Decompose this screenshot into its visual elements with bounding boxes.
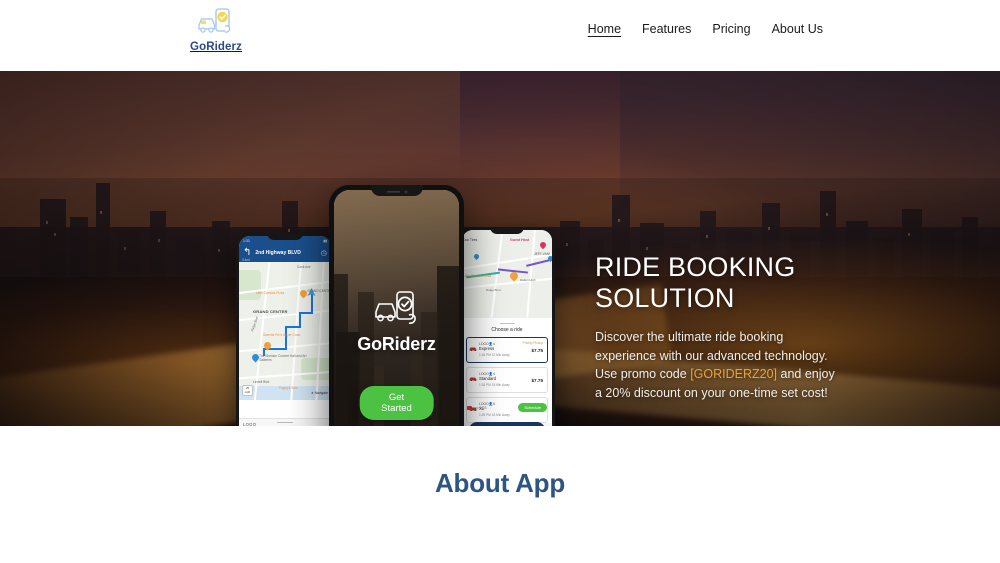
choose-ride-label: Choose a ride [491, 326, 523, 333]
ride-time: 1:18 PM 15 Min Away [479, 382, 510, 387]
hero-title: RIDE BOOKING SOLUTION [595, 252, 925, 314]
map-label: Cook Ave [297, 265, 311, 269]
choose-ride-header: Choose a ride [462, 318, 552, 337]
map-label: GRAND CENTER [307, 289, 331, 293]
notch-sensors-icon [386, 190, 408, 194]
map-park [239, 270, 261, 300]
route-line [299, 312, 313, 314]
speed-limit-indicator: 25 mph [242, 385, 253, 396]
navigation-header: ↰ 0.4mi 2nd Highway BLVD ◷ [239, 245, 331, 262]
navigate-arrow-icon: ⯅ [310, 391, 314, 395]
navigation-screen: 1:33 ▮▮ ↰ 0.4mi 2nd Highway BLVD ◷ Cook … [239, 236, 331, 426]
ride-seat-count: 6 [493, 401, 495, 406]
nav-item-pricing[interactable]: Pricing [712, 22, 750, 36]
ride-price: $7.75 [531, 377, 544, 383]
ride-logo-text: LOGO [479, 341, 489, 346]
ride-seat-count: 4 [493, 341, 495, 346]
map-label-poi: Sweetie Pie's Upper Crust [263, 333, 301, 337]
car-icon [469, 347, 477, 351]
map-label-poi: The Sheldon Concert Hall and Art Galleri… [259, 354, 307, 362]
brand-logo[interactable]: GoRiderz [186, 6, 246, 53]
map-label-poi: Pappy's Smo [279, 386, 298, 390]
phone-mockup-splash: GoRiderz Get Started For Drivers, Downlo… [329, 185, 464, 426]
ride-price: $7.75 [531, 347, 544, 353]
route-line [285, 326, 301, 328]
payment-method-row[interactable]: •••• 9723 [467, 406, 486, 410]
phone-notch [370, 185, 423, 196]
eta-panel: LOGO 4 min 9.5 mi Christopher [239, 417, 331, 426]
ride-logo: LOGO👤4 [479, 371, 543, 376]
hero-sub-line-1: Discover the ultimate ride booking [595, 330, 784, 344]
get-started-button[interactable]: Get Started [359, 386, 434, 420]
hero-sub-line-3-pre: Use promo code [595, 367, 691, 381]
brand-name: GoRiderz [190, 41, 242, 53]
map-canvas[interactable]: Doc Tires Guest Host JEFF-VANI Little Ca… [462, 230, 552, 318]
ride-logo-text: LOGO [479, 371, 489, 376]
nav-item-about-us[interactable]: About Us [772, 22, 823, 36]
map-label-poi: Little Caesars Pizza [463, 274, 492, 278]
nav-item-features[interactable]: Features [642, 22, 691, 36]
schedule-button[interactable]: Schedule [518, 403, 547, 412]
drag-handle[interactable] [499, 323, 515, 325]
navigate-button[interactable]: ⯅ Navigate [311, 391, 328, 395]
payment-value: •••• 9723 [474, 406, 487, 410]
hero-sub-line-2: experience with our advanced technology. [595, 348, 828, 363]
ride-time: 1:25 PM 18 Min Away [479, 412, 510, 417]
site-header: GoRiderz Home Features Pricing About Us [0, 0, 1000, 71]
hero-subtitle: Discover the ultimate ride booking exper… [595, 328, 925, 402]
map-label-street: Lindell Blvd [253, 380, 270, 384]
ride-flag: Priority Pickup [522, 340, 543, 345]
phone-mockup-choose-ride: Doc Tires Guest Host JEFF-VANI Little Ca… [459, 227, 555, 426]
hero-sub-line-4: a 20% discount on your one-time set cost… [595, 385, 828, 400]
app-name: GoRiderz [357, 333, 436, 354]
map-label-street: Dalton High [520, 278, 536, 282]
hero-title-line-1: RIDE BOOKING [595, 252, 796, 282]
about-title: About App [434, 468, 566, 498]
street-name: 2nd Highway BLVD [255, 250, 301, 256]
ride-option-express[interactable]: LOGO👤4 Express 1:18 PM 12 Min Away Prior… [466, 336, 548, 363]
splash-screen: GoRiderz Get Started For Drivers, Downlo… [334, 190, 459, 426]
route-line [285, 326, 287, 350]
main-navigation: Home Features Pricing About Us [588, 22, 823, 36]
about-section: About App Our ride booking solution is p… [0, 426, 1000, 563]
turn-left-arrow-icon: ↰ [243, 247, 252, 258]
phone-mockup-navigation: 1:33 ▮▮ ↰ 0.4mi 2nd Highway BLVD ◷ Cook … [236, 233, 334, 426]
map-label-street: Ridge Blvd [486, 288, 501, 292]
ride-time: 1:18 PM 12 Min Away [479, 352, 510, 357]
map-label: Doc Tires [463, 238, 478, 242]
hero-sub-line-3-post: and enjoy [777, 367, 835, 381]
phone-car-check-icon [374, 290, 416, 324]
status-time: 1:33 [243, 238, 250, 243]
navigate-label: Navigate [314, 391, 328, 395]
clock-icon: ◷ [320, 250, 327, 257]
car-icon [469, 377, 477, 381]
map-label: Guest Host [510, 238, 530, 242]
drag-handle[interactable] [277, 421, 293, 423]
map-label-district: GRAND CENTER [253, 309, 288, 314]
speed-unit: mph [244, 389, 251, 394]
phone-notch [490, 227, 524, 234]
promo-code: [GORIDERZ20] [690, 367, 778, 381]
map-label-poi: Little Caesars Pizza [256, 291, 285, 295]
status-icons: ▮▮ [323, 238, 327, 243]
hero-title-line-2: SOLUTION [595, 283, 735, 313]
hero-section: 1:33 ▮▮ ↰ 0.4mi 2nd Highway BLVD ◷ Cook … [0, 71, 1000, 426]
phone-notch [267, 233, 303, 240]
credit-card-icon [467, 406, 472, 410]
nav-item-home[interactable]: Home [588, 22, 621, 36]
map-canvas[interactable]: Cook Ave Little Caesars Pizza GRAND CENT… [239, 262, 331, 400]
ride-seat-count: 4 [493, 371, 495, 376]
map-label: JEFF-VANI [534, 252, 550, 256]
ride-option-standard[interactable]: LOGO👤4 Standard 1:18 PM 15 Min Away $7.7… [466, 366, 548, 393]
phone-car-check-icon [198, 8, 231, 33]
choose-ride-screen: Doc Tires Guest Host JEFF-VANI Little Ca… [462, 230, 552, 426]
hero-copy: RIDE BOOKING SOLUTION Discover the ultim… [595, 252, 925, 402]
map-road [290, 262, 302, 400]
